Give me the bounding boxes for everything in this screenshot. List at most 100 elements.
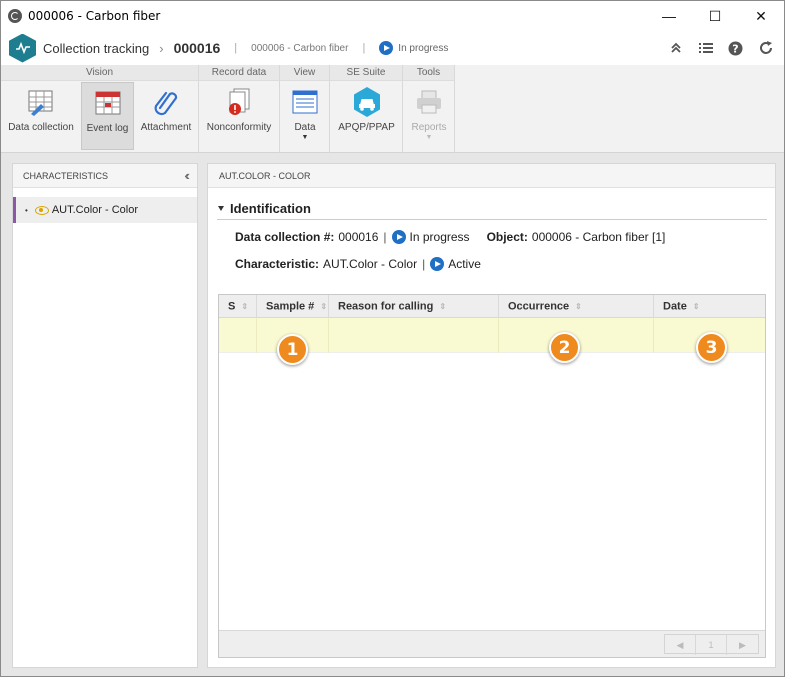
data-collection-value: 000016 [338,230,379,244]
dropdown-caret-icon: ▼ [425,134,433,141]
help-icon[interactable]: ? [727,40,744,57]
data-view-icon [291,85,319,119]
data-collection-label: Data collection #: [235,230,335,244]
ribbon-group-se-suite: SE Suite APQP/PPAP [330,65,403,153]
characteristics-panel-header: CHARACTERISTICS ‹‹ [13,164,197,188]
page-number: 1 [696,635,727,655]
apqp-ppap-label: APQP/PPAP [338,122,395,133]
collection-info-line: Data collection #: 000016 | In progress … [235,230,665,244]
data-collection-button[interactable]: Data collection [5,82,77,150]
identification-section-header[interactable]: Identification [217,198,767,220]
event-log-icon [94,86,122,120]
info-pipe: | [383,230,387,244]
header-object: 000006 - Carbon fiber [251,42,349,54]
maximize-button[interactable]: ☐ [692,1,738,31]
window-title: 000006 - Carbon fiber [28,9,161,23]
grid-footer: ◀ 1 ▶ [219,630,765,657]
callout-badge-2: 2 [549,332,580,363]
header-separator: | [362,42,366,54]
attachment-label: Attachment [140,122,192,133]
characteristics-panel: CHARACTERISTICS ‹‹ • AUT.Color - Color [12,163,198,668]
header-status: In progress [379,41,448,55]
active-icon [430,257,445,271]
dropdown-caret-icon: ▼ [301,134,309,141]
column-header-occurrence[interactable]: Occurrence ⇕ [499,295,654,318]
column-header-sample[interactable]: Sample # ⇕ [257,295,329,318]
data-collection-status: In progress [409,230,470,244]
ribbon-group-tools: Tools Reports ▼ [403,65,455,153]
paperclip-icon [152,85,180,119]
app-icon [8,9,22,23]
header-bar: Collection tracking › 000016 | 000006 - … [1,31,784,65]
ribbon-group-vision: Vision Data collection Event log Attachm… [1,65,199,153]
collapse-up-icon[interactable] [667,40,684,57]
column-header-label: Date [663,300,687,313]
characteristic-value: AUT.Color - Color [323,257,418,271]
nonconformity-button[interactable]: Nonconformity [204,82,274,150]
event-grid: S ⇕ Sample # ⇕ Reason for calling ⇕ Occurre… [218,294,766,658]
breadcrumb-module[interactable]: Collection tracking [43,41,149,56]
grid-header: S ⇕ Sample # ⇕ Reason for calling ⇕ Occurre… [219,295,765,318]
ribbon-group-view: View Data ▼ [280,65,330,153]
minimize-button[interactable]: — [646,1,692,31]
data-collection-icon [27,85,55,119]
nonconformity-icon [225,85,253,119]
object-label: Object: [486,230,528,244]
identification-title: Identification [230,201,311,216]
apqp-car-icon [352,85,382,119]
data-view-dropdown[interactable]: Data ▼ [285,82,325,150]
sort-icon: ⇕ [320,302,328,311]
svg-text:?: ? [732,42,738,55]
record-id: 000016 [173,40,221,56]
characteristics-title: CHARACTERISTICS [23,171,109,181]
column-header-label: Sample # [266,300,315,313]
sort-icon: ⇕ [241,302,249,311]
attachment-button[interactable]: Attachment [138,82,194,150]
cell-reason [329,318,499,353]
data-collection-label: Data collection [8,122,74,133]
expand-triangle-icon [218,206,224,211]
detail-panel-header: AUT.COLOR - COLOR [208,164,775,188]
column-header-date[interactable]: Date ⇕ [654,295,765,318]
breadcrumb-chevron-icon: › [159,40,164,56]
title-bar: 000006 - Carbon fiber — ☐ ✕ [1,1,784,31]
sort-icon: ⇕ [692,302,700,311]
next-page-button[interactable]: ▶ [727,635,758,655]
callout-badge-3: 3 [696,332,727,363]
refresh-icon[interactable] [757,40,774,57]
collapse-panel-icon[interactable]: ‹‹ [184,164,189,188]
column-header-s[interactable]: S ⇕ [219,295,257,318]
application-window: 000006 - Carbon fiber — ☐ ✕ Collection t… [0,0,785,677]
previous-page-button[interactable]: ◀ [665,635,696,655]
characteristic-item[interactable]: • AUT.Color - Color [13,197,197,223]
ribbon-group-label: Tools [403,65,454,81]
info-pipe: | [422,257,426,271]
event-log-button[interactable]: Event log [81,82,134,150]
characteristic-info-line: Characteristic: AUT.Color - Color | Acti… [235,257,481,271]
object-value: 000006 - Carbon fiber [1] [531,230,666,244]
ribbon-group-label: Vision [1,65,198,81]
nonconformity-label: Nonconformity [206,122,272,133]
event-log-label: Event log [86,123,129,134]
characteristic-item-label: AUT.Color - Color [51,204,138,216]
column-header-label: S [228,300,236,313]
characteristic-detail-panel: AUT.COLOR - COLOR Identification Data co… [207,163,776,668]
column-header-reason[interactable]: Reason for calling ⇕ [329,295,499,318]
pager: ◀ 1 ▶ [664,634,759,655]
data-view-label: Data [294,122,316,133]
reports-label: Reports [411,122,447,133]
in-progress-icon [379,41,394,55]
eye-icon [34,205,49,215]
callout-badge-1: 1 [277,334,308,365]
sort-icon: ⇕ [439,302,447,311]
header-separator: | [234,42,238,54]
characteristic-label: Characteristic: [235,257,320,271]
reports-dropdown[interactable]: Reports ▼ [408,82,450,150]
ribbon-toolbar: Vision Data collection Event log Attachm… [1,65,784,153]
sort-icon: ⇕ [575,302,582,311]
header-actions: ? [667,31,774,65]
apqp-ppap-button[interactable]: APQP/PPAP [335,82,398,150]
column-header-label: Occurrence [508,300,570,313]
close-button[interactable]: ✕ [738,1,784,31]
list-icon[interactable] [697,40,714,57]
